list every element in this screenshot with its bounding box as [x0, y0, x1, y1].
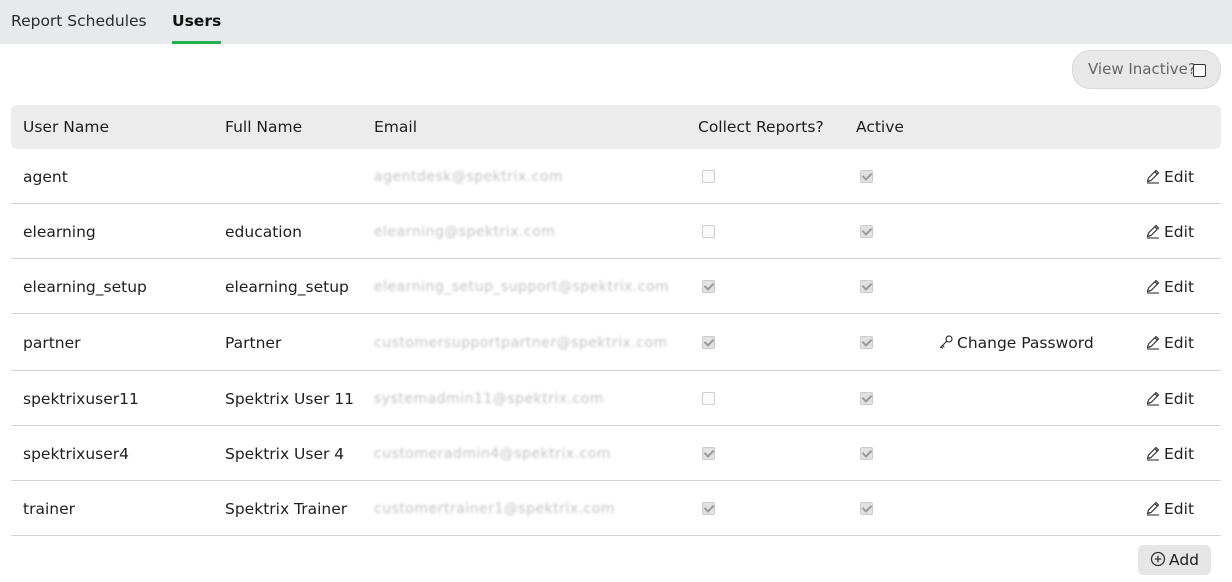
email-cell: agentdesk@spektrix.com — [374, 168, 564, 185]
pencil-icon — [1146, 391, 1160, 406]
table-row: partner Partner customersupportpartner@spe… — [11, 314, 1221, 371]
user-name-cell: agent — [23, 167, 68, 186]
pencil-icon — [1146, 335, 1160, 350]
full-name-cell: Spektrix User 4 — [225, 444, 345, 463]
edit-user-button[interactable]: Edit — [1145, 388, 1194, 410]
collect-reports-checkbox[interactable] — [702, 446, 715, 460]
add-user-button[interactable]: Add — [1138, 545, 1211, 575]
full-name-cell: Spektrix User 11 — [225, 389, 355, 408]
collect-reports-checkbox[interactable] — [702, 335, 715, 349]
edit-user-button[interactable]: Edit — [1145, 332, 1194, 354]
active-checkbox[interactable] — [860, 224, 873, 238]
edit-label: Edit — [1164, 167, 1195, 186]
active-checkbox[interactable] — [860, 279, 873, 293]
user-name-cell: trainer — [23, 499, 75, 518]
edit-user-button[interactable]: Edit — [1145, 443, 1194, 465]
change-password-label: Change Password — [957, 333, 1094, 352]
key-icon — [939, 334, 953, 349]
user-name-cell: partner — [23, 333, 81, 352]
edit-label: Edit — [1164, 444, 1195, 463]
tab-users[interactable]: Users — [172, 0, 222, 44]
user-name-cell: elearning — [23, 222, 96, 241]
edit-user-button[interactable]: Edit — [1145, 276, 1194, 298]
users-table-header: User Name Full Name Email Collect Report… — [11, 105, 1221, 149]
edit-label: Edit — [1164, 389, 1195, 408]
email-cell: elearning_setup_support@spektrix.com — [374, 278, 670, 295]
edit-user-button[interactable]: Edit — [1145, 166, 1194, 188]
collect-reports-checkbox[interactable] — [702, 391, 715, 405]
column-header-email[interactable]: Email — [374, 105, 417, 149]
active-checkbox[interactable] — [860, 446, 873, 460]
active-checkbox[interactable] — [860, 391, 873, 405]
table-row: agent agentdesk@spektrix.com Edit — [11, 149, 1221, 204]
pencil-icon — [1146, 279, 1160, 294]
active-checkbox[interactable] — [860, 335, 873, 349]
edit-label: Edit — [1164, 333, 1195, 352]
tab-report-schedules[interactable]: Report Schedules — [11, 0, 147, 44]
collect-reports-checkbox[interactable] — [702, 501, 715, 515]
user-name-cell: spektrixuser4 — [23, 444, 130, 463]
edit-label: Edit — [1164, 277, 1195, 296]
view-inactive-checkbox[interactable] — [1193, 64, 1206, 77]
user-name-cell: elearning_setup — [23, 277, 147, 296]
email-cell: customersupportpartner@spektrix.com — [374, 334, 668, 351]
email-cell: customeradmin4@spektrix.com — [374, 445, 611, 462]
table-row: elearning_setup elearning_setup elearning_… — [11, 259, 1221, 314]
active-checkbox[interactable] — [860, 169, 873, 183]
pencil-icon — [1146, 446, 1160, 461]
column-header-user-name[interactable]: User Name — [23, 105, 109, 149]
collect-reports-checkbox[interactable] — [702, 279, 715, 293]
edit-label: Edit — [1164, 222, 1195, 241]
collect-reports-checkbox[interactable] — [702, 224, 715, 238]
email-cell: systemadmin11@spektrix.com — [374, 390, 604, 407]
column-header-collect-reports[interactable]: Collect Reports? — [698, 105, 824, 149]
column-header-full-name[interactable]: Full Name — [225, 105, 302, 149]
full-name-cell: education — [225, 222, 302, 241]
pencil-icon — [1146, 501, 1160, 516]
table-row: spektrixuser11 Spektrix User 11 systemadmi… — [11, 371, 1221, 426]
collect-reports-checkbox[interactable] — [702, 169, 715, 183]
edit-user-button[interactable]: Edit — [1145, 221, 1194, 243]
full-name-cell: elearning_setup — [225, 277, 349, 296]
email-cell: customertrainer1@spektrix.com — [374, 500, 615, 517]
add-user-label: Add — [1168, 551, 1199, 569]
pencil-icon — [1146, 169, 1160, 184]
tab-bar: Report Schedules Users — [0, 0, 1232, 44]
change-password-button[interactable]: Change Password — [938, 332, 1094, 354]
user-name-cell: spektrixuser11 — [23, 389, 139, 408]
email-cell: elearning@spektrix.com — [374, 223, 556, 240]
edit-label: Edit — [1164, 499, 1195, 518]
view-inactive-label: View Inactive? — [1088, 60, 1196, 78]
table-row: trainer Spektrix Trainer customertrainer1@… — [11, 481, 1221, 536]
column-header-active[interactable]: Active — [856, 105, 904, 149]
view-inactive-toggle[interactable]: View Inactive? — [1072, 50, 1221, 89]
table-row: spektrixuser4 Spektrix User 4 customeradmi… — [11, 426, 1221, 481]
plus-circle-icon — [1150, 551, 1166, 567]
table-row: elearning education elearning@spektrix.com… — [11, 204, 1221, 259]
active-checkbox[interactable] — [860, 501, 873, 515]
full-name-cell: Partner — [225, 333, 282, 352]
edit-user-button[interactable]: Edit — [1145, 498, 1194, 520]
pencil-icon — [1146, 224, 1160, 239]
full-name-cell: Spektrix Trainer — [225, 499, 348, 518]
